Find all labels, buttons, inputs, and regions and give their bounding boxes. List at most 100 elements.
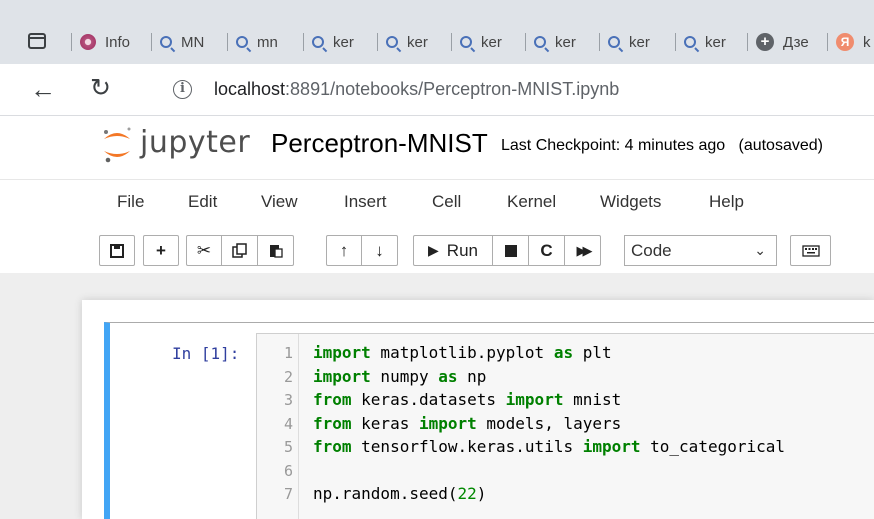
menu-widgets[interactable]: Widgets <box>600 192 661 212</box>
browser-tab-label: ker <box>333 33 354 51</box>
browser-tab[interactable]: ker <box>525 28 596 56</box>
tab-separator <box>71 33 72 51</box>
run-button[interactable]: ▶ Run <box>413 235 493 266</box>
line-number: 2 <box>283 367 293 386</box>
restart-kernel-button[interactable]: C <box>529 235 565 266</box>
menu-kernel[interactable]: Kernel <box>507 192 556 212</box>
fast-forward-icon: ▶▶ <box>576 242 593 258</box>
tab-separator <box>451 33 452 51</box>
plus-circle-icon: + <box>756 33 774 51</box>
code-keyword: from <box>313 413 352 433</box>
menu-edit[interactable]: Edit <box>188 192 217 212</box>
interrupt-kernel-button[interactable] <box>493 235 529 266</box>
jupyter-header: jupyter Perceptron-MNIST Last Checkpoint… <box>0 117 874 180</box>
code-keyword: import <box>313 343 371 362</box>
code-keyword: from <box>313 390 352 409</box>
restart-icon: C <box>540 240 553 260</box>
code-token: keras.datasets <box>351 390 506 409</box>
browser-tab-label: ker <box>705 33 726 51</box>
code-keyword: import <box>582 437 641 456</box>
menu-file[interactable]: File <box>117 192 144 212</box>
browser-tab-label: ker <box>555 33 576 51</box>
browser-tab[interactable]: ker <box>377 28 448 56</box>
browser-tab[interactable]: Яk <box>827 28 874 56</box>
browser-tab[interactable]: ker <box>599 28 670 56</box>
search-icon <box>460 36 472 48</box>
code-keyword: import <box>418 413 477 433</box>
command-palette-button[interactable] <box>790 235 831 266</box>
line-number: 4 <box>283 414 293 433</box>
scissors-icon: ✂ <box>196 240 212 260</box>
url-host: localhost <box>214 79 286 99</box>
yandex-icon: Я <box>836 33 854 51</box>
copy-button[interactable] <box>222 235 258 266</box>
code-token: matplotlib.pyplot <box>370 343 554 362</box>
move-up-button[interactable]: ↑ <box>326 235 362 266</box>
browser-tab[interactable]: Info <box>71 28 142 56</box>
menu-cell[interactable]: Cell <box>432 192 461 212</box>
code-token: np.random.seed( <box>313 484 458 503</box>
paste-button[interactable] <box>258 235 294 266</box>
arrow-up-icon: ↑ <box>339 240 349 260</box>
line-number: 1 <box>283 344 293 362</box>
keyboard-icon <box>801 244 820 257</box>
move-down-button[interactable]: ↓ <box>362 235 398 266</box>
code-editor[interactable]: 1234567 import matplotlib.pyplot as plt i… <box>256 333 874 519</box>
restart-run-all-button[interactable]: ▶▶ <box>565 235 601 266</box>
play-icon: ▶ <box>428 242 439 258</box>
url-field[interactable]: localhost:8891/notebooks/Perceptron-MNIS… <box>214 79 619 100</box>
code-token: ) <box>476 484 487 503</box>
code-token: plt <box>573 343 612 362</box>
browser-tab-label: ker <box>407 33 428 51</box>
copy-icon <box>232 243 247 258</box>
browser-tab-label: k <box>863 33 871 51</box>
line-number: 7 <box>283 485 293 503</box>
tab-actions-icon[interactable] <box>28 33 46 49</box>
browser-tab[interactable]: + Дзе <box>747 28 822 56</box>
site-info-icon[interactable]: i <box>173 80 192 99</box>
search-icon <box>534 36 546 48</box>
browser-tab-label: ker <box>629 33 650 51</box>
code-token: tensorflow.keras.utils <box>351 437 583 456</box>
tab-separator <box>151 33 152 51</box>
toolbar: + ✂ ↑ ↓ ▶ Run C ▶▶ Code ⌄ <box>95 228 874 272</box>
chevron-down-icon: ⌄ <box>754 242 766 258</box>
notebook-name[interactable]: Perceptron-MNIST <box>271 128 488 159</box>
stop-icon <box>504 244 517 257</box>
tab-separator <box>599 33 600 51</box>
input-prompt: In [1]: <box>172 344 240 363</box>
back-arrow-icon[interactable]: ← <box>30 74 56 105</box>
paste-icon <box>269 245 283 258</box>
code-line: from keras import models, layers <box>313 414 621 433</box>
menu-insert[interactable]: Insert <box>344 192 387 212</box>
code-token: np <box>457 366 487 386</box>
code-line: import numpy as np <box>313 367 486 386</box>
code-token: to_categorical <box>640 437 786 456</box>
insert-cell-button[interactable]: + <box>143 235 179 266</box>
autosave-status: (autosaved) <box>738 137 823 154</box>
browser-tab[interactable]: ker <box>451 28 522 56</box>
code-token: models, layers <box>476 413 622 433</box>
browser-tab[interactable]: mn <box>227 28 298 56</box>
code-token: keras <box>351 413 419 433</box>
code-keyword: as <box>438 366 458 386</box>
reload-icon[interactable]: ↻ <box>90 73 111 103</box>
address-bar: ← ↻ i localhost:8891/notebooks/Perceptro… <box>0 64 874 116</box>
save-button[interactable] <box>99 235 135 266</box>
browser-tab[interactable]: ker <box>675 28 746 56</box>
arrow-down-icon: ↓ <box>375 240 384 260</box>
tab-separator <box>747 33 748 51</box>
menu-help[interactable]: Help <box>709 192 744 212</box>
line-number-gutter: 1 2 3 4 5 6 7 <box>257 334 299 519</box>
cell-type-select[interactable]: Code ⌄ <box>624 235 777 266</box>
browser-tab[interactable]: ker <box>303 28 374 56</box>
cut-button[interactable]: ✂ <box>186 235 222 266</box>
menu-view[interactable]: View <box>261 192 298 212</box>
code-line: from keras.datasets import mnist <box>313 390 621 409</box>
cell-type-value: Code <box>631 241 672 260</box>
browser-tab[interactable]: MN <box>151 28 222 56</box>
jupyter-logo[interactable]: jupyter <box>100 125 250 165</box>
code-keyword: import <box>313 366 371 386</box>
search-icon <box>312 36 324 48</box>
search-icon <box>684 36 696 48</box>
